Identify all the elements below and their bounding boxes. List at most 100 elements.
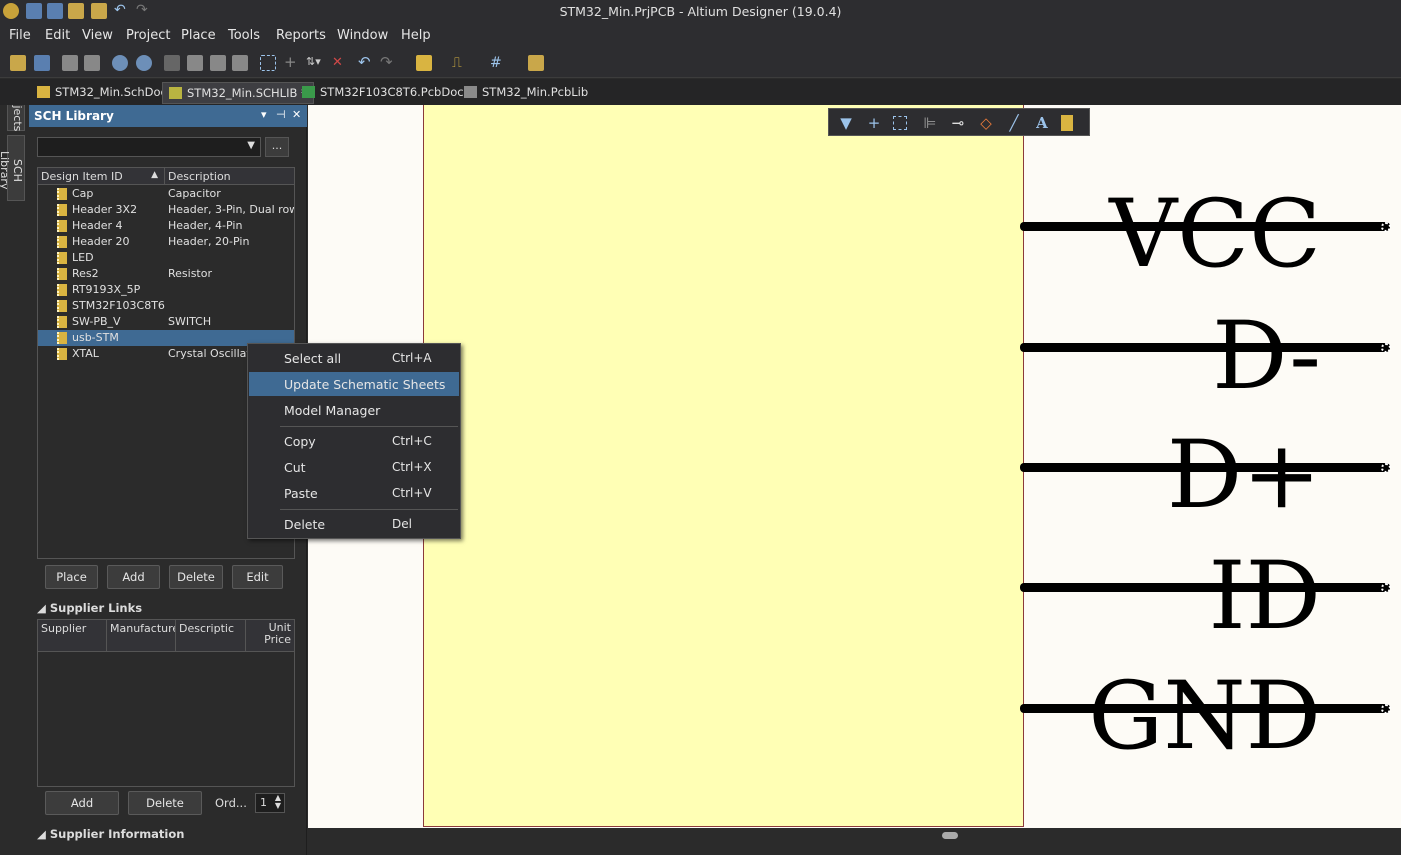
paste-icon[interactable] — [210, 55, 226, 71]
align-icon[interactable]: ⊫ — [921, 114, 939, 132]
menu-item-copy[interactable]: Copy Ctrl+C — [249, 429, 459, 453]
column-header-manufacturer[interactable]: Manufacture — [107, 620, 176, 652]
menu-item-update-schematic-sheets[interactable]: Update Schematic Sheets — [249, 372, 459, 396]
edit-button[interactable]: Edit — [232, 565, 283, 589]
pin-icon[interactable]: ⊣ — [276, 108, 286, 121]
supplier-information-header[interactable]: ◢ Supplier Information — [37, 827, 184, 841]
undo-icon[interactable]: ↶ — [358, 55, 374, 71]
menu-item-paste[interactable]: Paste Ctrl+V — [249, 481, 459, 505]
pin-line[interactable] — [1020, 583, 1390, 592]
schematic-library-canvas[interactable]: VCC D- D+ ID GND ▼ + ⊫ ⊸ ◇ ╱ A — [308, 105, 1401, 828]
menu-item-cut[interactable]: Cut Ctrl+X — [249, 455, 459, 479]
menu-reports[interactable]: Reports — [276, 28, 326, 43]
delete-button[interactable]: Delete — [169, 565, 223, 589]
column-header-description[interactable]: Description — [165, 168, 294, 185]
pin-line[interactable] — [1020, 704, 1390, 713]
component-row[interactable]: RT9193X_5P — [38, 282, 294, 298]
component-body[interactable] — [423, 105, 1024, 827]
component-row[interactable]: Res2 Resistor — [38, 266, 294, 282]
pin-name-gnd: GND — [1088, 662, 1321, 771]
chart-icon[interactable]: ⎍ — [452, 55, 468, 71]
component-icon — [57, 204, 67, 216]
close-icon[interactable]: ✕ — [292, 108, 301, 121]
column-header-supplier[interactable]: Supplier — [38, 620, 107, 652]
tab-pcbdoc[interactable]: STM32F103C8T6.PcbDoc * — [296, 82, 479, 104]
component-row[interactable]: LED — [38, 250, 294, 266]
supplier-add-button[interactable]: Add — [45, 791, 119, 815]
column-header-unit-price[interactable]: Unit Price — [246, 620, 294, 652]
column-header-description[interactable]: Descriptic — [176, 620, 246, 652]
fill-icon[interactable]: ◇ — [977, 114, 995, 132]
horizontal-scrollbar[interactable] — [308, 828, 1401, 855]
pin-line[interactable] — [1020, 222, 1390, 231]
select-area-icon[interactable] — [893, 116, 907, 130]
menu-help[interactable]: Help — [401, 28, 431, 43]
component-row[interactable]: STM32F103C8T6 — [38, 298, 294, 314]
component-icon — [57, 284, 67, 296]
tab-schdoc[interactable]: STM32_Min.SchDoc — [31, 82, 173, 104]
menu-item-delete[interactable]: Delete Del — [249, 512, 459, 536]
rubber-stamp-icon[interactable] — [232, 55, 248, 71]
menu-place[interactable]: Place — [181, 28, 216, 43]
scrollbar-thumb[interactable] — [942, 832, 958, 839]
component-id: RT9193X_5P — [72, 283, 141, 296]
clear-filter-icon[interactable]: ✕ — [332, 55, 348, 71]
pin-line[interactable] — [1020, 343, 1390, 352]
cut-icon[interactable] — [164, 55, 180, 71]
menu-file[interactable]: File — [9, 28, 31, 43]
component-row[interactable]: Cap Capacitor — [38, 186, 294, 202]
pin-line[interactable] — [1020, 463, 1390, 472]
panel-menu-icon[interactable]: ▾ — [261, 108, 267, 121]
open-icon[interactable] — [10, 55, 26, 71]
print-icon[interactable] — [62, 55, 78, 71]
supplier-links-list[interactable]: Supplier Manufacture Descriptic Unit Pric… — [37, 619, 295, 787]
line-icon[interactable]: ╱ — [1005, 114, 1023, 132]
component-id: Header 3X2 — [72, 203, 138, 216]
filter-icon[interactable]: ▼ — [837, 114, 855, 132]
menu-edit[interactable]: Edit — [45, 28, 70, 43]
zoom-in-icon[interactable] — [112, 55, 128, 71]
menu-project[interactable]: Project — [126, 28, 170, 43]
supplier-links-header[interactable]: ◢ Supplier Links — [37, 601, 142, 615]
component-id: XTAL — [72, 347, 99, 360]
menu-tools[interactable]: Tools — [228, 28, 260, 43]
menu-window[interactable]: Window — [337, 28, 388, 43]
zoom-out-icon[interactable] — [136, 55, 152, 71]
component-row[interactable]: Header 20 Header, 20-Pin — [38, 234, 294, 250]
more-options-button[interactable]: ... — [265, 137, 289, 157]
side-tab-sch-library[interactable]: SCH Library — [0, 135, 25, 201]
library-icon[interactable] — [528, 55, 544, 71]
component-row[interactable]: SW-PB_V SWITCH — [38, 314, 294, 330]
title-bar: ↶ ↷ STM32_Min.PrjPCB - Altium Designer (… — [0, 0, 1401, 24]
move-icon[interactable]: + — [865, 114, 883, 132]
select-dropdown-icon[interactable]: ⇅▾ — [306, 55, 322, 71]
move-icon[interactable]: + — [284, 55, 300, 71]
add-button[interactable]: Add — [107, 565, 160, 589]
redo-icon[interactable]: ↷ — [380, 55, 396, 71]
order-stepper[interactable]: 1 ▲ ▼ — [255, 793, 285, 813]
copy-icon[interactable] — [187, 55, 203, 71]
supplier-delete-button[interactable]: Delete — [128, 791, 202, 815]
menu-item-model-manager[interactable]: Model Manager — [249, 398, 459, 422]
column-header-design-item-id[interactable]: Design Item ID ▲ — [38, 168, 165, 185]
grid-icon[interactable]: # — [490, 55, 506, 71]
tab-schlib[interactable]: STM32_Min.SCHLIB * — [162, 82, 314, 104]
print-preview-icon[interactable] — [84, 55, 100, 71]
select-area-icon[interactable] — [260, 55, 276, 71]
place-button[interactable]: Place — [45, 565, 98, 589]
library-filter-combo[interactable]: ▼ — [37, 137, 261, 157]
place-pin-icon[interactable]: ⊸ — [949, 114, 967, 132]
component-description: Header, 20-Pin — [168, 235, 250, 248]
menu-view[interactable]: View — [82, 28, 113, 43]
tab-pcblib[interactable]: STM32_Min.PcbLib — [458, 82, 594, 104]
component-icon[interactable] — [1061, 115, 1073, 131]
pcb-doc-icon — [302, 86, 315, 98]
text-icon[interactable]: A — [1033, 114, 1051, 132]
panel-title: SCH Library — [34, 109, 114, 123]
component-row[interactable]: Header 4 Header, 4-Pin — [38, 218, 294, 234]
component-icon[interactable] — [416, 55, 432, 71]
schematic-doc-icon — [37, 86, 50, 98]
save-icon[interactable] — [34, 55, 50, 71]
menu-item-select-all[interactable]: Select all Ctrl+A — [249, 346, 459, 370]
component-row[interactable]: Header 3X2 Header, 3-Pin, Dual row — [38, 202, 294, 218]
